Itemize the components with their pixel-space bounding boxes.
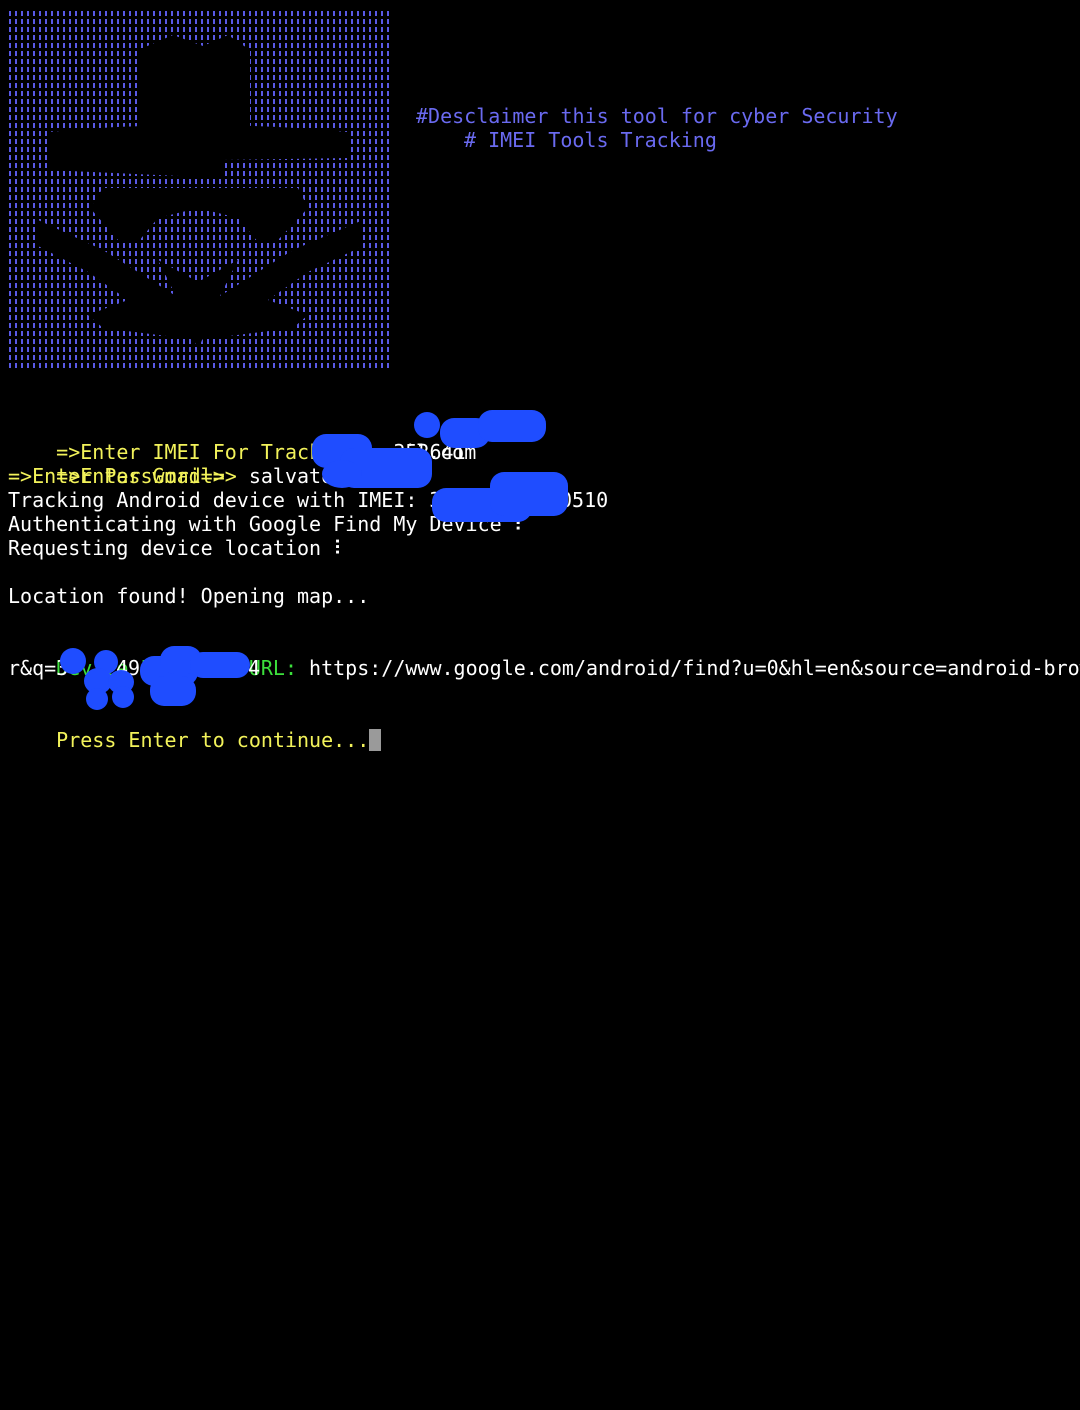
redaction-mark	[322, 460, 362, 488]
redaction-mark	[60, 648, 86, 674]
redaction-mark	[190, 652, 250, 678]
tool-title-text: # IMEI Tools Tracking	[464, 128, 717, 152]
redaction-mark	[414, 412, 440, 438]
request-status: Requesting device location ⠇	[8, 536, 348, 560]
continue-prompt: Press Enter to continue...	[56, 728, 370, 752]
location-found-text: Location found! Opening map...	[8, 584, 370, 608]
redaction-mark	[112, 686, 134, 708]
password-prompt: =>Enter Password=>	[8, 464, 225, 488]
url-value[interactable]: https://www.google.com/android/find?u=0&…	[309, 656, 1080, 680]
tracking-status: Tracking Android device with IMEI: 3	[8, 488, 442, 512]
url-value-tail: 4	[248, 656, 261, 680]
continue-line[interactable]: Press Enter to continue...	[8, 704, 382, 776]
cursor-icon	[369, 729, 382, 751]
terminal-window[interactable]: #Desclaimer this tool for cyber Security…	[0, 0, 1080, 1410]
redaction-mark	[150, 676, 196, 706]
redaction-mark	[478, 410, 546, 442]
disclaimer-text: #Desclaimer this tool for cyber Security	[416, 104, 898, 128]
hacker-banner-icon	[8, 10, 392, 368]
redaction-mark	[490, 472, 568, 516]
redaction-mark	[86, 688, 108, 710]
